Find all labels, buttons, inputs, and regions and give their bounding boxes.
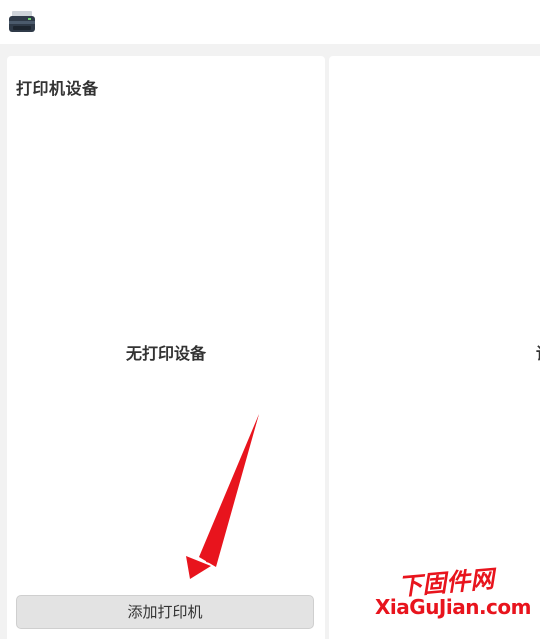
- watermark-line2: XiaGuJian.com: [375, 595, 532, 619]
- printer-icon: [9, 11, 35, 32]
- panel-title: 打印机设备: [16, 79, 99, 98]
- no-devices-message: 无打印设备: [125, 344, 206, 363]
- printer-devices-panel: 打印机设备 无打印设备 添加打印机: [7, 56, 325, 639]
- printer-settings-page: 打印机设备 无打印设备 添加打印机 请 下固件网 XiaGuJian.com: [0, 0, 540, 639]
- watermark: 下固件网 XiaGuJian.com: [372, 563, 532, 623]
- details-panel: 请: [329, 56, 540, 639]
- details-message: 请: [536, 340, 540, 364]
- add-printer-button[interactable]: 添加打印机: [16, 595, 314, 629]
- top-bar: [0, 0, 540, 44]
